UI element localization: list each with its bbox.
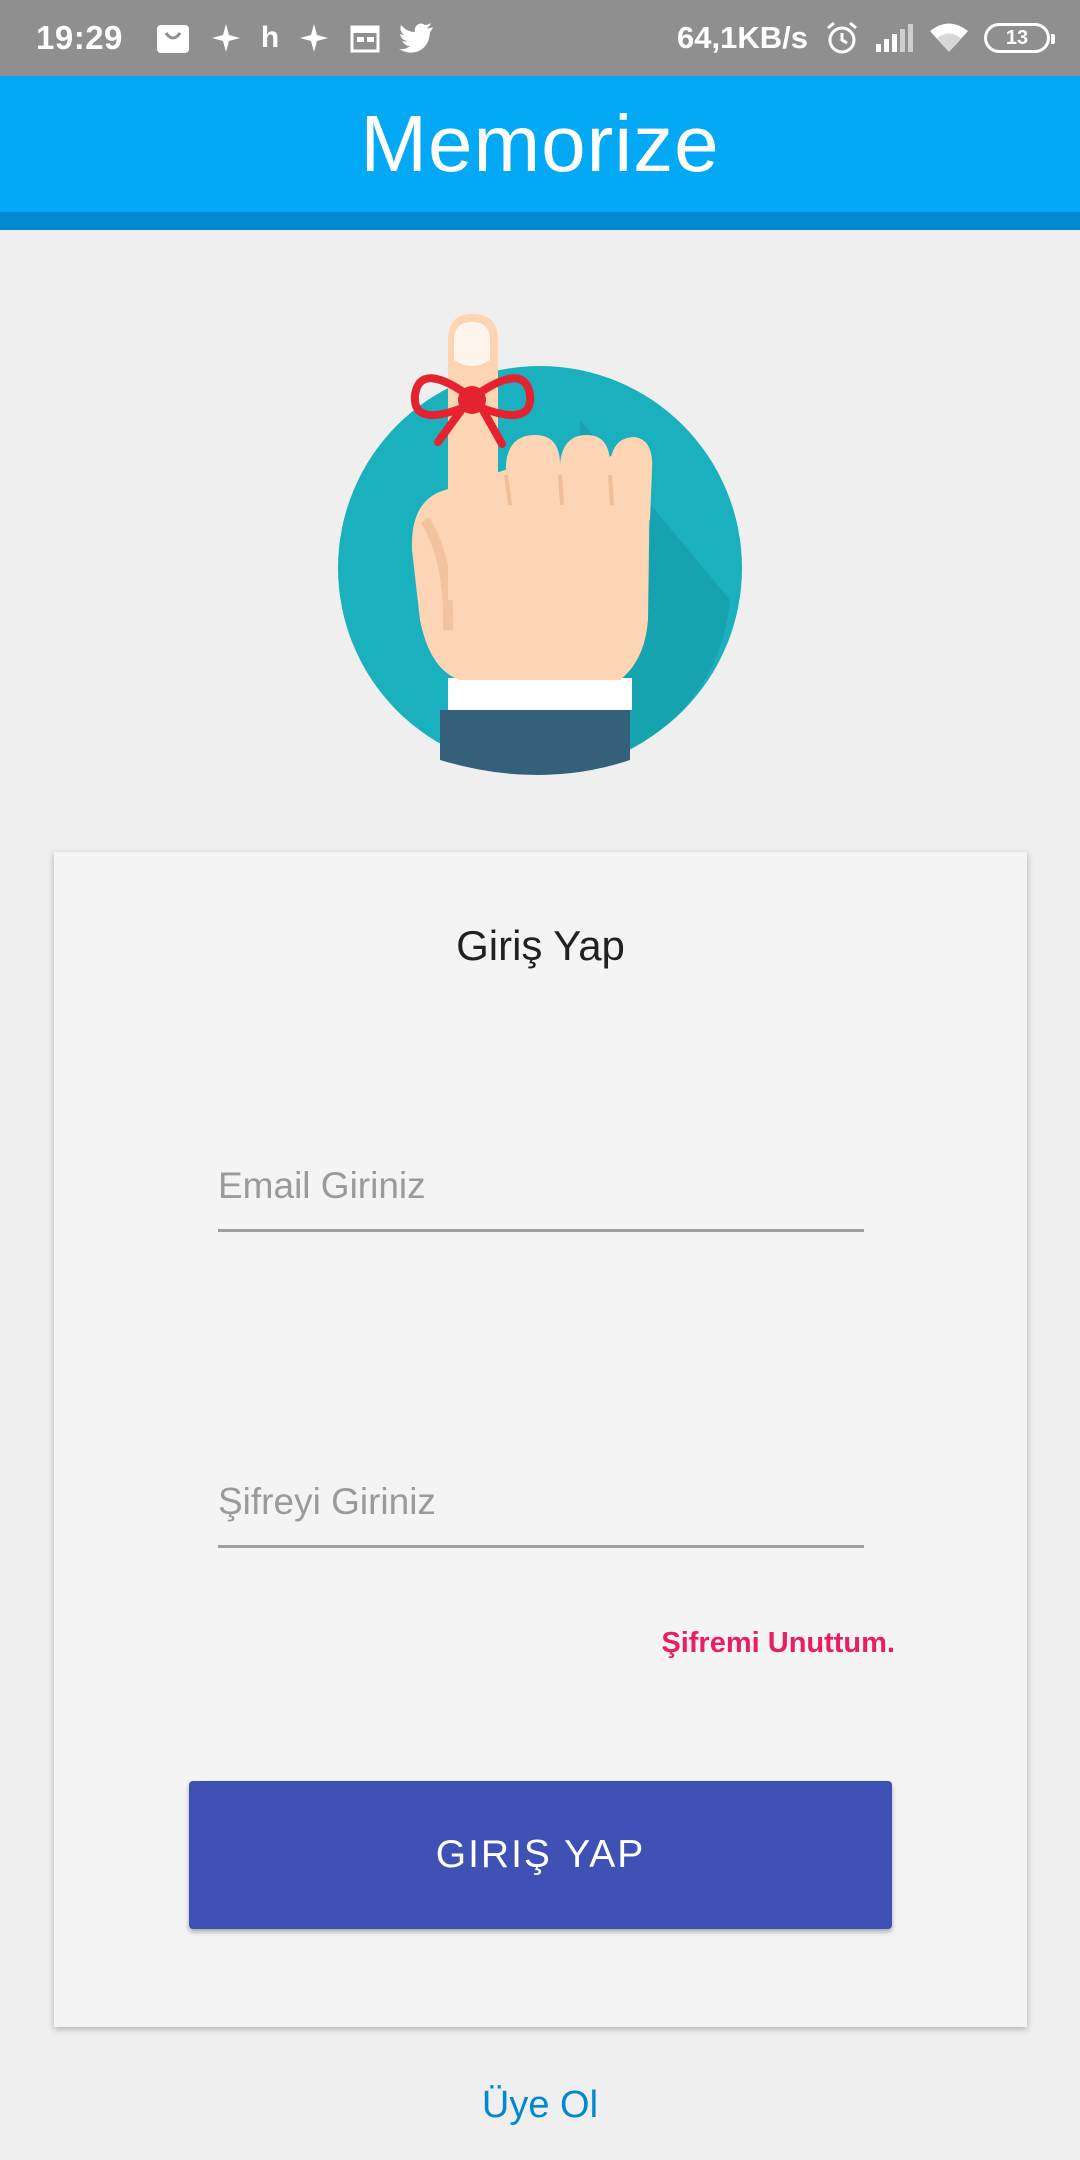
- calendar-icon: [349, 22, 381, 54]
- finger-with-ribbon-icon: [338, 314, 742, 775]
- status-bar-right: 64,1KB/s 13: [677, 0, 1055, 76]
- login-button[interactable]: GIRIŞ YAP: [189, 1781, 892, 1929]
- alarm-icon: [824, 20, 860, 56]
- login-card: Giriş Yap Şifremi Unuttum. GIRIŞ YAP: [54, 852, 1027, 2027]
- login-card-title: Giriş Yap: [456, 922, 625, 969]
- status-bar-left: 19:29 h: [36, 0, 435, 76]
- signup-link[interactable]: Üye Ol: [0, 2084, 1080, 2127]
- app-bar: Memorize: [0, 76, 1080, 212]
- pinwheel-icon: [297, 21, 331, 55]
- password-input[interactable]: [218, 1458, 864, 1548]
- status-time: 19:29: [36, 19, 123, 56]
- app-logo: [330, 300, 750, 780]
- twitter-icon: [399, 23, 435, 53]
- h-icon: h: [260, 21, 280, 54]
- network-speed: 64,1KB/s: [677, 20, 808, 55]
- app-bar-shadow-strip: [0, 212, 1080, 230]
- cellular-signal-icon: [874, 22, 914, 54]
- status-bar: 19:29 h 64,1KB/s 13: [0, 0, 1080, 76]
- password-field: [218, 1458, 864, 1548]
- shopping-bag-icon: [155, 21, 191, 55]
- app-title: Memorize: [360, 99, 720, 188]
- battery-icon: 13: [984, 23, 1055, 53]
- pinwheel-icon: [209, 21, 243, 55]
- email-input[interactable]: [218, 1142, 864, 1232]
- email-field: [218, 1142, 864, 1232]
- forgot-password-link[interactable]: Şifremi Unuttum.: [661, 1627, 895, 1660]
- wifi-icon: [928, 22, 970, 54]
